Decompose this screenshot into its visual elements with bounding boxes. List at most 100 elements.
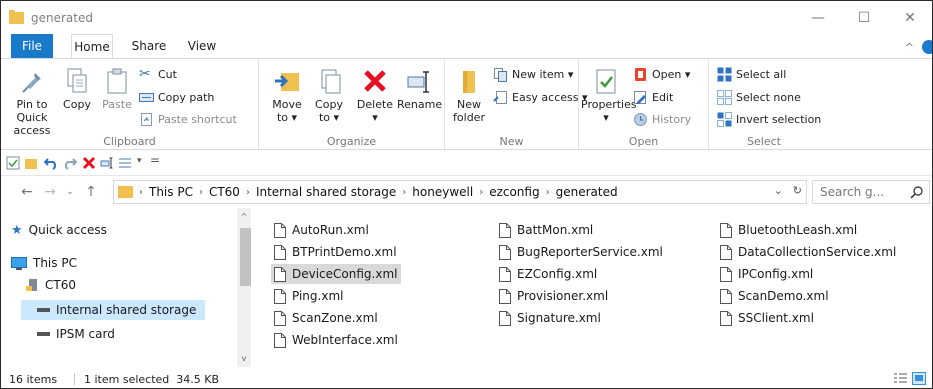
monitor-icon	[11, 256, 27, 270]
tab-file[interactable]: File	[11, 34, 53, 58]
file-item[interactable]: EZConfig.xml	[496, 264, 601, 284]
nav-item-internal-storage[interactable]: Internal shared storage	[21, 300, 205, 320]
pin-quick-access-button[interactable]: Pin to Quick access	[3, 67, 61, 137]
breadcrumb-internal-storage[interactable]: Internal shared storage	[256, 185, 396, 199]
tab-home[interactable]: Home	[71, 34, 113, 59]
file-item[interactable]: DeviceConfig.xml	[271, 264, 402, 284]
select-all-button[interactable]: Select all	[717, 65, 786, 83]
file-item[interactable]: AutoRun.xml	[271, 220, 373, 240]
details-view-icon[interactable]	[894, 373, 907, 384]
new-folder-button[interactable]: New folder	[449, 67, 489, 124]
file-item[interactable]: DataCollectionService.xml	[717, 242, 900, 262]
file-item[interactable]: SSClient.xml	[717, 308, 818, 328]
address-bar[interactable]: › This PC › CT60 › Internal shared stora…	[113, 180, 807, 204]
file-item[interactable]: BugReporterService.xml	[496, 242, 667, 262]
file-item[interactable]: IPConfig.xml	[717, 264, 817, 284]
document-icon	[720, 222, 732, 238]
select-none-button[interactable]: Select none	[717, 88, 801, 106]
delete-button[interactable]: Delete ▾	[355, 67, 395, 124]
close-button[interactable]: ✕	[888, 6, 932, 30]
breadcrumb-this-pc[interactable]: This PC	[149, 185, 193, 199]
copy-to-label-line1: Copy	[315, 98, 343, 111]
search-input[interactable]: Search g...	[812, 180, 930, 204]
redo-icon[interactable]	[63, 156, 77, 170]
breadcrumb-ezconfig[interactable]: ezconfig	[489, 185, 539, 199]
file-item[interactable]: Signature.xml	[496, 308, 605, 328]
nav-item-quick-access[interactable]: ★ Quick access	[11, 220, 211, 240]
chevron-right-icon: ›	[245, 186, 250, 198]
toolbar-dropdown-icon[interactable]: =	[150, 153, 160, 167]
scroll-down-icon[interactable]: v	[237, 352, 251, 366]
copy-path-icon	[139, 92, 154, 102]
rename-button[interactable]: Rename	[397, 67, 442, 111]
nav-item-ipsm-card[interactable]: IPSM card	[37, 324, 197, 344]
paste-shortcut-button[interactable]: Paste shortcut	[139, 110, 237, 128]
file-item[interactable]: BTPrintDemo.xml	[271, 242, 401, 262]
delete-icon[interactable]	[82, 156, 96, 170]
properties-button[interactable]: Properties ▾	[581, 67, 637, 124]
select-all-label: Select all	[736, 67, 787, 81]
history-icon	[634, 112, 647, 126]
copy-path-button[interactable]: Copy path	[139, 88, 214, 106]
file-item[interactable]: ScanZone.xml	[271, 308, 382, 328]
copy-to-icon	[321, 69, 341, 94]
view-options-icon[interactable]	[118, 156, 132, 170]
breadcrumb-honeywell[interactable]: honeywell	[412, 185, 473, 199]
window-title: generated	[31, 11, 93, 25]
file-item[interactable]: Provisioner.xml	[496, 286, 612, 306]
refresh-icon[interactable]: ↻	[793, 184, 802, 197]
file-item[interactable]: Ping.xml	[271, 286, 347, 306]
maximize-button[interactable]: ☐	[842, 6, 886, 30]
customize-toolbar-icon[interactable]: ▾	[137, 156, 142, 166]
rename-icon[interactable]	[100, 156, 114, 170]
group-organize: Move to ▾ Copy to ▾ Delete ▾ Rename Orga…	[259, 59, 445, 151]
breadcrumb-ct60[interactable]: CT60	[209, 185, 240, 199]
new-folder-icon[interactable]	[24, 156, 38, 170]
nav-item-this-pc[interactable]: This PC	[11, 253, 211, 273]
large-icons-view-icon[interactable]	[912, 372, 926, 385]
address-dropdown-icon[interactable]: ⌄	[774, 184, 783, 197]
back-arrow-icon[interactable]: ←	[17, 182, 37, 202]
invert-selection-button[interactable]: Invert selection	[717, 110, 821, 128]
tab-view[interactable]: View	[182, 34, 222, 58]
copy-button[interactable]: Copy	[59, 67, 95, 111]
group-open: Properties ▾ Open ▾ Edit History Open	[579, 59, 709, 151]
minimize-button[interactable]: —	[796, 6, 840, 30]
open-button[interactable]: Open ▾	[633, 65, 690, 83]
nav-item-label: This PC	[33, 256, 77, 270]
nav-item-label: Internal shared storage	[56, 303, 197, 317]
file-item[interactable]: BluetoothLeash.xml	[717, 220, 861, 240]
file-item[interactable]: WebInterface.xml	[271, 330, 402, 350]
move-to-button[interactable]: Move to ▾	[267, 67, 307, 124]
ribbon-collapse-icon[interactable]: ^	[905, 41, 914, 54]
cut-button[interactable]: ✂ Cut	[139, 65, 177, 83]
properties-label-line2: ▾	[603, 111, 609, 124]
delete-label-line1: Delete	[356, 98, 394, 111]
history-button[interactable]: History	[633, 110, 691, 128]
nav-item-ct60[interactable]: CT60	[25, 275, 205, 295]
file-item[interactable]: BattMon.xml	[496, 220, 597, 240]
forward-arrow-icon[interactable]: →	[40, 182, 60, 202]
document-icon	[720, 244, 732, 260]
scissors-icon: ✂	[139, 65, 151, 82]
document-icon	[274, 266, 286, 282]
nav-scroll-thumb[interactable]	[240, 228, 251, 286]
recent-locations-icon[interactable]: ⌄	[60, 182, 80, 202]
document-icon	[499, 222, 511, 238]
file-name: EZConfig.xml	[517, 267, 598, 281]
copy-to-button[interactable]: Copy to ▾	[309, 67, 349, 124]
move-label-line2: to ▾	[276, 111, 298, 124]
scroll-up-icon[interactable]: ^	[237, 210, 251, 224]
edit-button[interactable]: Edit	[633, 88, 673, 106]
tab-share[interactable]: Share	[127, 34, 171, 58]
breadcrumb-generated[interactable]: generated	[556, 185, 618, 199]
file-item[interactable]: ScanDemo.xml	[717, 286, 833, 306]
easy-access-button[interactable]: Easy access ▾	[493, 88, 588, 106]
new-item-button[interactable]: New item ▾	[493, 65, 573, 83]
properties-check-icon[interactable]	[6, 156, 20, 170]
undo-icon[interactable]	[44, 156, 58, 170]
help-icon[interactable]	[922, 40, 932, 54]
up-arrow-icon[interactable]: ↑	[81, 182, 101, 202]
new-folder-label-line1: New	[457, 98, 481, 111]
paste-button[interactable]: Paste	[97, 67, 137, 111]
